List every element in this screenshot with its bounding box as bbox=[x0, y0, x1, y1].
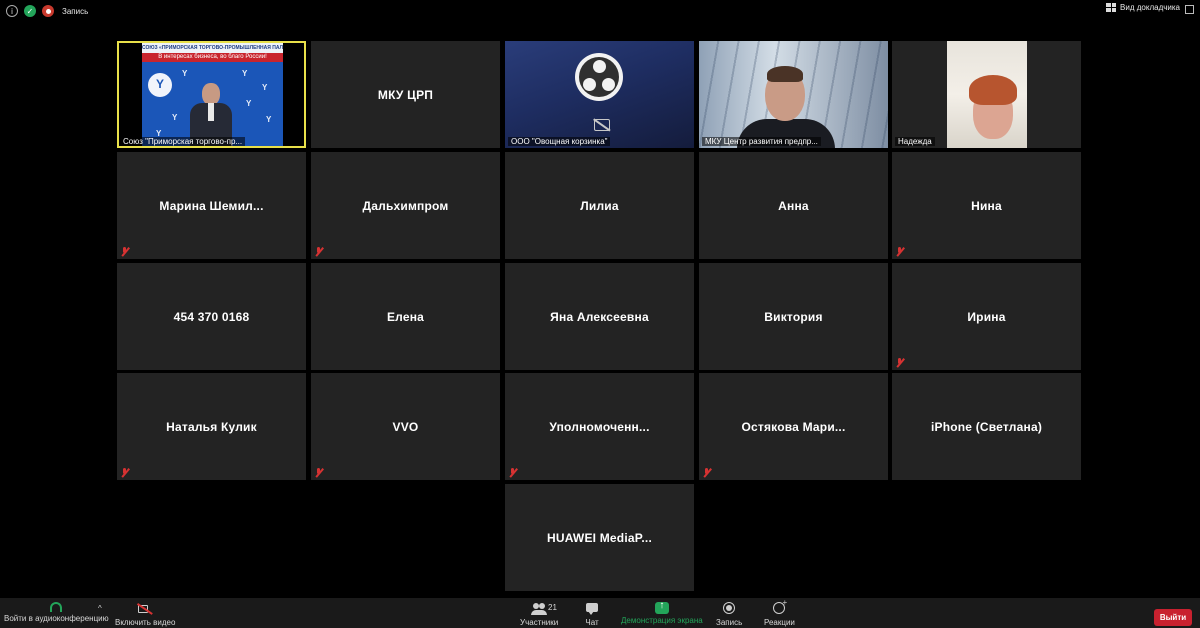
logo-mark-icon: Y bbox=[266, 115, 272, 124]
expand-icon[interactable] bbox=[1185, 5, 1194, 14]
participant-tile[interactable]: Яна Алексеевна bbox=[505, 263, 694, 370]
mic-muted-icon bbox=[120, 247, 129, 256]
participant-name: Ирина bbox=[967, 309, 1006, 324]
meeting-toolbar: Войти в аудиоконференцию ^ Включить виде… bbox=[0, 598, 1200, 628]
leave-button[interactable]: Выйти bbox=[1154, 609, 1192, 626]
participant-name: HUAWEI MediaP... bbox=[546, 530, 652, 545]
participant-name: Анна bbox=[778, 198, 809, 213]
mic-muted-icon bbox=[314, 247, 323, 256]
banner-slogan: В интересах бизнеса, во благо России! bbox=[142, 53, 283, 62]
record-button[interactable]: Запись bbox=[716, 602, 742, 627]
mic-muted-icon bbox=[895, 247, 904, 256]
logo-mark-icon: Y bbox=[246, 99, 252, 108]
speaker-video: СОЮЗ «ПРИМОРСКАЯ ТОРГОВО-ПРОМЫШЛЕННАЯ ПА… bbox=[142, 43, 283, 146]
participant-tile[interactable]: МКУ ЦРП bbox=[311, 41, 500, 148]
participant-tile[interactable]: Остякова Мари... bbox=[699, 373, 888, 480]
participant-tile[interactable]: Виктория bbox=[699, 263, 888, 370]
recording-label[interactable]: Запись bbox=[62, 7, 88, 16]
participant-name: Елена bbox=[386, 309, 425, 324]
logo-mark-icon: Y bbox=[182, 69, 188, 78]
share-screen-button[interactable]: Демонстрация экрана bbox=[621, 600, 703, 625]
recording-indicator-icon[interactable] bbox=[42, 5, 54, 17]
participant-name: VVO bbox=[392, 419, 419, 434]
video-tile-obs[interactable]: ООО "Овощная корзинка" bbox=[505, 41, 694, 148]
logo-mark-icon: Y bbox=[172, 113, 178, 122]
mic-muted-icon bbox=[314, 468, 323, 477]
participant-tile[interactable]: Ирина bbox=[892, 263, 1081, 370]
share-screen-label: Демонстрация экрана bbox=[621, 616, 703, 625]
participant-name: Дальхимпром bbox=[362, 198, 449, 213]
participant-name: Марина Шемил... bbox=[159, 198, 264, 213]
speaker-view-button[interactable]: Вид докладчика bbox=[1106, 3, 1180, 12]
chat-label: Чат bbox=[585, 618, 599, 627]
participant-tile[interactable]: Елена bbox=[311, 263, 500, 370]
participant-name: Уполномоченн... bbox=[549, 419, 650, 434]
participant-name: 454 370 0168 bbox=[173, 309, 250, 324]
mic-muted-icon bbox=[508, 468, 517, 477]
participant-name: Яна Алексеевна bbox=[550, 309, 649, 324]
participant-name-caption: ООО "Овощная корзинка" bbox=[508, 137, 611, 146]
participant-tile[interactable]: Лилиа bbox=[505, 152, 694, 259]
join-audio-label: Войти в аудиоконференцию bbox=[4, 614, 109, 623]
participant-tile[interactable]: Уполномоченн... bbox=[505, 373, 694, 480]
chevron-up-icon[interactable]: ^ bbox=[98, 604, 102, 613]
reactions-button[interactable]: Реакции bbox=[764, 598, 795, 627]
speaker-view-label: Вид докладчика bbox=[1120, 3, 1180, 12]
logo-mark-icon: Y bbox=[262, 83, 268, 92]
video-tile-participant[interactable]: МКУ Центр развития предпр... bbox=[699, 41, 888, 148]
participant-tile[interactable]: Наталья Кулик bbox=[117, 373, 306, 480]
record-label: Запись bbox=[716, 618, 743, 627]
mic-muted-icon bbox=[120, 468, 129, 477]
participant-tile[interactable]: 454 370 0168 bbox=[117, 263, 306, 370]
reactions-label: Реакции bbox=[764, 618, 795, 627]
headset-icon bbox=[50, 602, 63, 612]
participant-tile[interactable]: VVO bbox=[311, 373, 500, 480]
shield-icon[interactable]: ✓ bbox=[24, 5, 36, 17]
video-tile-speaker[interactable]: СОЮЗ «ПРИМОРСКАЯ ТОРГОВО-ПРОМЫШЛЕННАЯ ПА… bbox=[117, 41, 306, 148]
participant-name-caption: Союз "Приморская торгово-пр... bbox=[120, 137, 246, 146]
participant-tile[interactable]: iPhone (Светлана) bbox=[892, 373, 1081, 480]
participant-tile[interactable]: Анна bbox=[699, 152, 888, 259]
participant-name: МКУ ЦРП bbox=[377, 87, 434, 102]
participant-name: Наталья Кулик bbox=[166, 419, 257, 434]
start-video-button[interactable]: Включить видео bbox=[115, 602, 175, 627]
participant-tile[interactable]: Дальхимпром bbox=[311, 152, 500, 259]
camera-off-icon bbox=[594, 119, 610, 131]
participant-name: Лилиа bbox=[580, 198, 619, 213]
top-bar: i ✓ Запись Вид докладчика bbox=[0, 0, 1200, 22]
video-off-icon bbox=[137, 602, 153, 616]
participant-name-caption: Надежда bbox=[895, 137, 935, 146]
share-screen-icon bbox=[654, 600, 669, 614]
video-tile-participant[interactable]: Надежда bbox=[892, 41, 1081, 148]
participant-name: Виктория bbox=[764, 309, 823, 324]
participants-icon bbox=[531, 602, 548, 616]
obs-logo-icon bbox=[575, 53, 623, 101]
join-audio-button[interactable]: Войти в аудиоконференцию bbox=[4, 602, 109, 623]
grid-icon bbox=[1106, 3, 1117, 12]
record-icon bbox=[721, 602, 737, 616]
participant-tile[interactable]: Нина bbox=[892, 152, 1081, 259]
reactions-icon bbox=[771, 598, 787, 616]
participant-name: Нина bbox=[971, 198, 1002, 213]
participant-tile[interactable]: Марина Шемил... bbox=[117, 152, 306, 259]
participant-video bbox=[947, 41, 1027, 148]
chat-icon bbox=[584, 602, 600, 616]
participant-name-caption: МКУ Центр развития предпр... bbox=[702, 137, 821, 146]
chamber-logo-icon bbox=[148, 73, 172, 97]
participant-name: iPhone (Светлана) bbox=[930, 419, 1043, 434]
mic-muted-icon bbox=[895, 358, 904, 367]
info-icon[interactable]: i bbox=[6, 5, 18, 17]
start-video-label: Включить видео bbox=[115, 618, 176, 627]
logo-mark-icon: Y bbox=[242, 69, 248, 78]
participants-label: Участники bbox=[520, 618, 559, 627]
chat-button[interactable]: Чат bbox=[584, 602, 600, 627]
participant-tile[interactable]: HUAWEI MediaP... bbox=[505, 484, 694, 591]
banner-title: СОЮЗ «ПРИМОРСКАЯ ТОРГОВО-ПРОМЫШЛЕННАЯ ПА… bbox=[142, 43, 283, 53]
participant-name: Остякова Мари... bbox=[741, 419, 846, 434]
participants-count: 21 bbox=[548, 603, 557, 612]
mic-muted-icon bbox=[702, 468, 711, 477]
